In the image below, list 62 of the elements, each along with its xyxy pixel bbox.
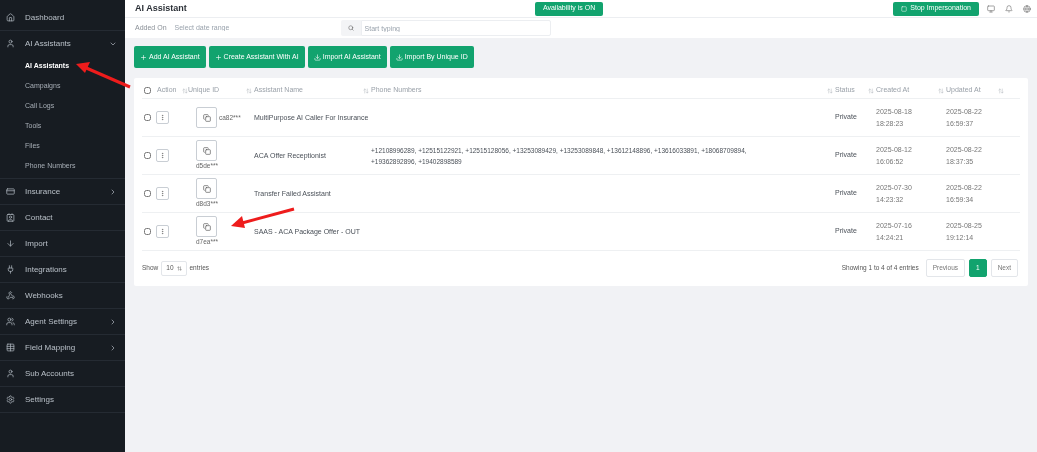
download-icon <box>395 53 403 61</box>
sort-icon[interactable] <box>998 87 1004 94</box>
sort-icon[interactable] <box>246 87 252 94</box>
people-icon <box>6 317 15 326</box>
person-icon <box>6 369 15 378</box>
select-all-checkbox[interactable] <box>144 87 151 94</box>
copy-icon <box>202 113 211 122</box>
copy-button[interactable] <box>196 216 217 238</box>
table-icon <box>6 343 15 352</box>
monitor-icon[interactable] <box>987 4 995 13</box>
copy-button[interactable] <box>196 107 217 128</box>
chevron-right-icon <box>109 317 117 326</box>
sidebar-item[interactable]: AI Assistants <box>0 31 125 56</box>
copy-button[interactable] <box>196 140 217 162</box>
sort-icon[interactable] <box>182 87 189 94</box>
row-menu-button[interactable] <box>156 225 169 238</box>
person-icon <box>6 39 15 48</box>
annotation-arrow <box>230 207 296 229</box>
plus-icon <box>140 53 147 61</box>
plus-icon <box>214 53 222 61</box>
chevron-right-icon <box>109 187 117 196</box>
search-icon <box>347 25 354 31</box>
bell-icon[interactable] <box>1005 4 1013 13</box>
select-caret-icon <box>176 265 182 271</box>
down-arrow-icon <box>6 239 15 248</box>
row-menu-button[interactable] <box>156 149 169 162</box>
copy-icon <box>202 184 211 193</box>
row-checkbox[interactable] <box>144 114 151 121</box>
sidebar-item[interactable]: Import <box>0 231 125 256</box>
copy-icon <box>202 222 211 231</box>
sort-icon[interactable] <box>363 87 369 94</box>
sidebar-item[interactable]: Field Mapping <box>0 335 125 360</box>
sidebar-item[interactable]: Contact <box>0 205 125 230</box>
chevron-right-icon <box>109 343 117 352</box>
sort-icon[interactable] <box>938 87 944 94</box>
id-card-icon <box>6 187 15 196</box>
plug-icon <box>6 265 15 274</box>
house-icon <box>6 13 15 22</box>
stop-icon <box>901 5 908 12</box>
copy-icon <box>202 146 211 155</box>
row-checkbox[interactable] <box>144 152 151 159</box>
settings-icon <box>6 395 15 404</box>
webhook-icon <box>6 291 15 300</box>
globe-icon[interactable] <box>1023 4 1031 13</box>
sort-icon[interactable] <box>827 87 833 94</box>
page-title: AI Assistant <box>135 1 187 15</box>
sidebar-item[interactable]: Insurance <box>0 179 125 204</box>
row-menu-button[interactable] <box>156 111 169 124</box>
annotation-arrow <box>74 61 132 89</box>
sidebar-item[interactable]: Agent Settings <box>0 309 125 334</box>
sidebar-item[interactable]: Settings <box>0 387 125 412</box>
sidebar-item[interactable]: Webhooks <box>0 283 125 308</box>
download-icon <box>313 53 321 61</box>
sidebar-item[interactable]: Dashboard <box>0 5 125 30</box>
row-checkbox[interactable] <box>144 190 151 197</box>
sidebar-item[interactable]: Integrations <box>0 257 125 282</box>
sort-icon[interactable] <box>868 87 874 94</box>
row-menu-button[interactable] <box>156 187 169 200</box>
copy-button[interactable] <box>196 178 217 200</box>
sidebar-item[interactable]: Sub Accounts <box>0 361 125 386</box>
row-checkbox[interactable] <box>144 228 151 235</box>
contact-card-icon <box>6 213 15 222</box>
